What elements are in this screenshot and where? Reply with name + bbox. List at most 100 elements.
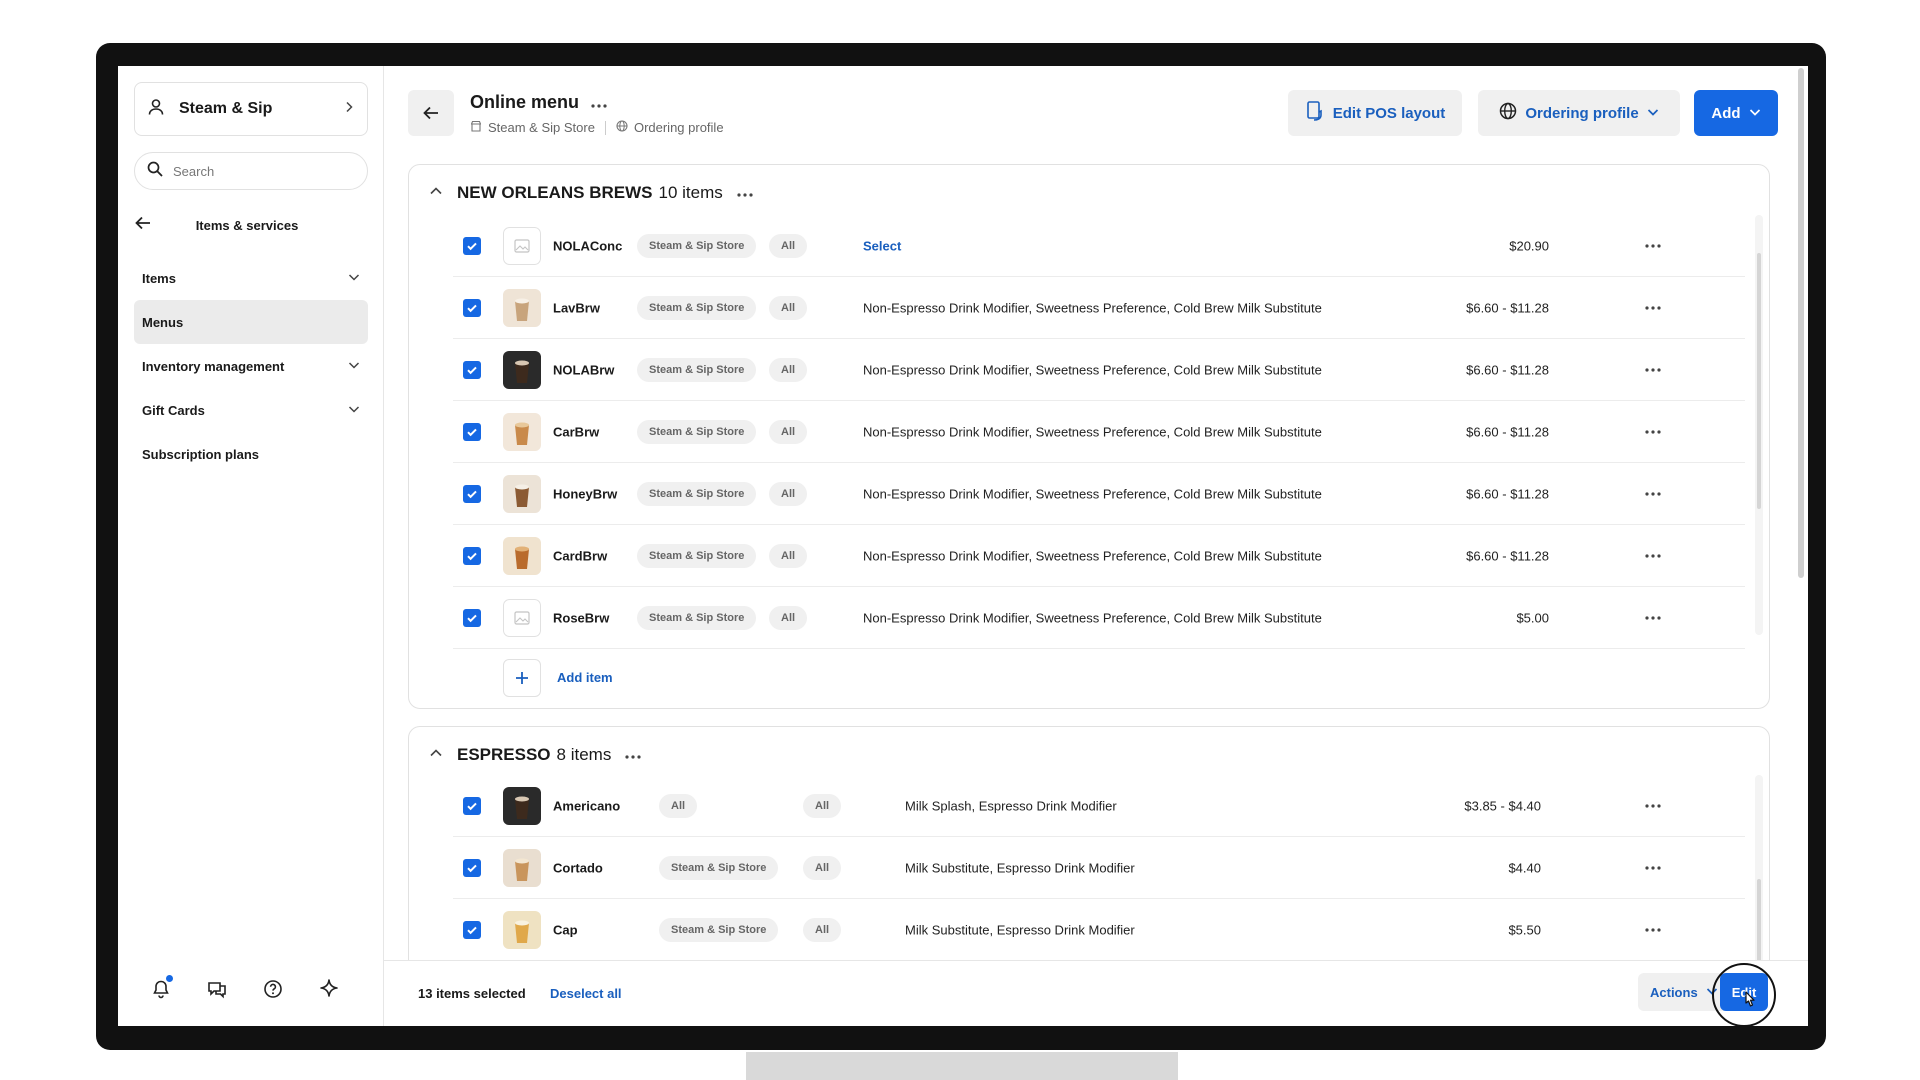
item-name[interactable]: CarBrw [553,424,599,439]
section-scrollbar[interactable] [1757,253,1761,509]
ordering-profile-button[interactable]: Ordering profile [1478,90,1680,136]
chevron-down-icon [348,271,360,286]
item-name[interactable]: NOLAConc [553,238,622,253]
visibility-pill: All [769,543,808,568]
back-button[interactable] [408,90,454,136]
row-checkbox[interactable] [463,546,481,565]
item-name[interactable]: HoneyBrw [553,486,617,501]
more-options-icon[interactable] [1641,491,1665,496]
item-price: $6.60 - $11.28 [1466,424,1549,439]
table-row[interactable]: LavBrw Steam & Sip Store All Non-Espresso D… [453,277,1745,339]
more-options-icon[interactable] [1641,305,1665,310]
sidebar-item-gift-cards[interactable]: Gift Cards [134,388,368,432]
chevron-down-icon [348,403,360,418]
more-options-icon[interactable] [625,746,641,764]
visibility-pill: All [803,917,842,942]
more-options-icon[interactable] [1641,243,1665,248]
sparkle-icon[interactable] [316,976,342,1002]
add-button[interactable]: Add [1694,90,1778,136]
actions-label: Actions [1650,984,1698,1000]
item-name[interactable]: Cortado [553,860,603,875]
select-modifiers-link[interactable]: Select [863,238,901,253]
selected-count: 13 items selected [418,986,526,1001]
location-pill: Steam & Sip Store [637,605,757,630]
sidebar-item-label: Menus [142,314,184,330]
item-thumbnail [503,226,541,265]
table-row[interactable]: CarBrw Steam & Sip Store All Non-Espresso D… [453,401,1745,463]
table-row[interactable]: NOLAConc Steam & Sip Store All Select $20.90 [453,215,1745,277]
row-checkbox[interactable] [463,484,481,503]
chevron-up-icon[interactable] [429,184,443,203]
table-row[interactable]: HoneyBrw Steam & Sip Store All Non-Espresso… [453,463,1745,525]
add-item-link[interactable]: Add item [557,670,613,685]
item-price: $6.60 - $11.28 [1466,548,1549,563]
more-options-icon[interactable] [591,92,607,113]
sidebar-item-menus[interactable]: Menus [134,300,368,344]
row-checkbox[interactable] [463,298,481,317]
section-header-row: ESPRESSO 8 items [429,745,641,765]
item-name[interactable]: Americano [553,798,620,813]
visibility-pill: All [769,357,808,382]
item-thumbnail [503,848,541,887]
messages-icon[interactable] [204,976,230,1002]
sidebar-item-subscription-plans[interactable]: Subscription plans [134,432,368,476]
add-label: Add [1711,104,1741,122]
edit-pos-layout-label: Edit POS layout [1332,104,1446,122]
section-name: NEW ORLEANS BREWS [457,183,653,202]
search-input[interactable] [173,163,353,179]
sidebar-nav: Items Menus Inventory management Gift Ca… [134,256,368,476]
more-options-icon[interactable] [1641,927,1665,932]
item-name[interactable]: NOLABrw [553,362,614,377]
item-price: $3.85 - $4.40 [1464,798,1541,813]
more-options-icon[interactable] [1641,803,1665,808]
row-checkbox[interactable] [463,796,481,815]
breadcrumb-location: Steam & Sip Store [488,120,595,135]
account-switcher[interactable]: Steam & Sip [134,82,368,136]
location-pill: Steam & Sip Store [637,295,757,320]
plus-icon[interactable] [503,659,541,697]
item-name[interactable]: LavBrw [553,300,600,315]
bell-icon[interactable] [148,975,174,1002]
item-name[interactable]: RoseBrw [553,610,609,625]
more-options-icon[interactable] [1641,615,1665,620]
item-price: $6.60 - $11.28 [1466,362,1549,377]
deselect-all-link[interactable]: Deselect all [550,986,622,1001]
row-checkbox[interactable] [463,422,481,441]
ordering-profile-label: Ordering profile [1525,104,1639,122]
row-checkbox[interactable] [463,858,481,877]
section-header: Items & services [134,210,368,240]
sidebar-item-inventory[interactable]: Inventory management [134,344,368,388]
back-arrow-icon[interactable] [134,214,152,237]
more-options-icon[interactable] [1641,553,1665,558]
help-icon[interactable] [260,976,286,1002]
chevron-up-icon[interactable] [429,746,443,765]
row-checkbox[interactable] [463,236,481,255]
more-options-icon[interactable] [1641,865,1665,870]
row-checkbox[interactable] [463,920,481,939]
table-row[interactable]: NOLABrw Steam & Sip Store All Non-Espresso … [453,339,1745,401]
add-item-row: Add item [453,649,1745,708]
item-price: $6.60 - $11.28 [1466,300,1549,315]
more-options-icon[interactable] [737,184,753,202]
table-row[interactable]: RoseBrw Steam & Sip Store All Non-Espresso … [453,587,1745,649]
visibility-pill: All [769,419,808,444]
table-row[interactable]: Cap Steam & Sip Store All Milk Substitute, … [453,899,1745,961]
item-name[interactable]: Cap [553,922,578,937]
mouse-pointer-icon [1742,991,1758,1016]
more-options-icon[interactable] [1641,429,1665,434]
table-row[interactable]: Cortado Steam & Sip Store All Milk Substitu… [453,837,1745,899]
breadcrumb-divider [604,120,606,135]
sidebar-item-items[interactable]: Items [134,256,368,300]
item-name[interactable]: CardBrw [553,548,607,563]
item-thumbnail [503,350,541,389]
notification-dot [166,975,173,982]
table-row[interactable]: CardBrw Steam & Sip Store All Non-Espresso … [453,525,1745,587]
page-scrollbar[interactable] [1798,68,1804,578]
table-row[interactable]: Americano All All Milk Splash, Espresso Dri… [453,775,1745,837]
row-checkbox[interactable] [463,360,481,379]
edit-pos-layout-button[interactable]: Edit POS layout [1288,90,1462,136]
item-thumbnail [503,536,541,575]
sidebar-item-label: Items [142,270,176,286]
more-options-icon[interactable] [1641,367,1665,372]
row-checkbox[interactable] [463,608,481,627]
